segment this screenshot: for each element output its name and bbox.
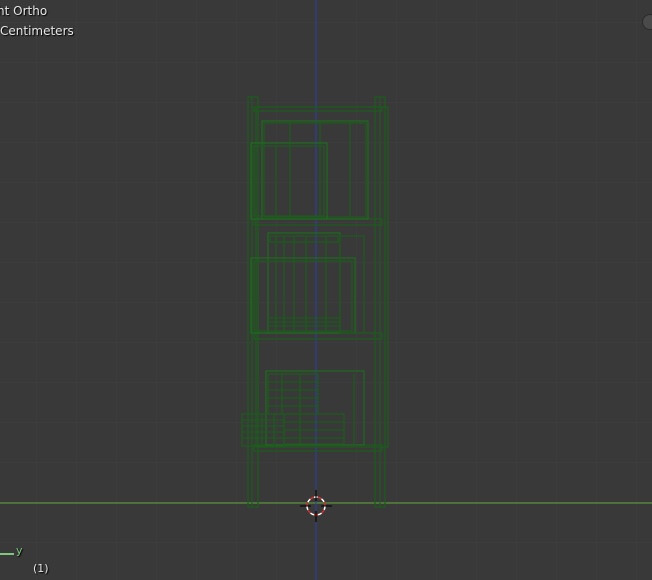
axis-y-label: y	[16, 544, 23, 557]
viewport-scene[interactable]	[0, 0, 652, 580]
view-name-label: ht Ortho	[0, 4, 48, 18]
3d-viewport[interactable]: ht Ortho Centimeters y (1)	[0, 0, 652, 580]
units-label: Centimeters	[0, 24, 74, 38]
navigation-gizmo-icon[interactable]	[642, 14, 652, 30]
frame-number-label: (1)	[33, 562, 49, 575]
